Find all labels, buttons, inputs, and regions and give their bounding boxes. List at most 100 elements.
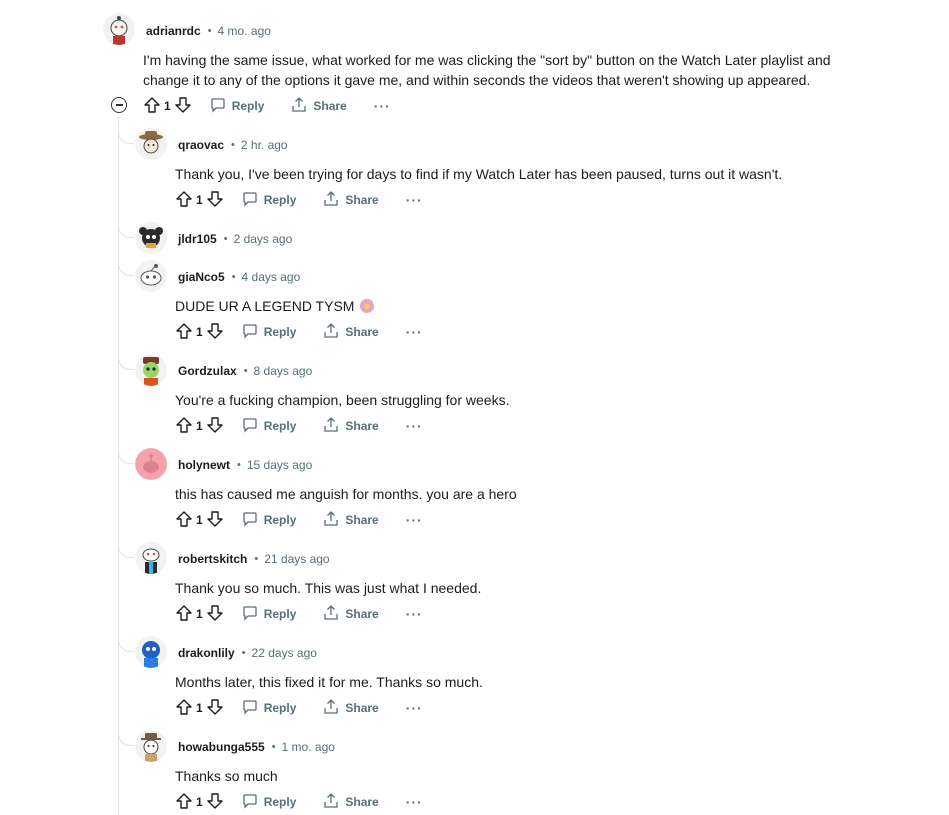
upvote-icon[interactable] [175,792,193,813]
downvote-icon[interactable] [206,416,224,437]
reply-button[interactable]: Reply [242,793,296,812]
share-button[interactable]: Share [323,510,379,530]
username[interactable]: adrianrdc [146,24,201,38]
comment-meta: Gordzulax • 8 days ago [178,364,313,378]
collapse-icon[interactable] [111,97,127,113]
vote-count: 1 [196,513,203,527]
upvote-icon[interactable] [143,96,161,117]
comment-bubble-icon [242,417,264,436]
username[interactable]: drakonlily [178,646,235,660]
avatar-qraovac[interactable] [135,128,167,160]
comment-body: Months later, this fixed it for me. Than… [175,674,483,690]
comment-actions: 1 Reply Share ··· [175,604,423,624]
comment-meta: holynewt • 15 days ago [178,458,313,472]
avatar-howabunga555[interactable] [135,730,167,762]
downvote-icon[interactable] [206,792,224,813]
vote-count: 1 [196,795,203,809]
share-button[interactable]: Share [323,190,379,210]
timestamp[interactable]: 4 days ago [242,270,301,284]
avatar-giaNco5[interactable] [135,260,167,292]
thread-connector [118,128,134,144]
avatar-jldr105[interactable] [135,222,167,254]
avatar-drakonlily[interactable] [135,636,167,668]
timestamp[interactable]: 4 mo. ago [218,24,271,38]
more-icon[interactable]: ··· [406,512,423,528]
avatar-adrianrdc[interactable] [103,13,135,45]
username[interactable]: qraovac [178,138,224,152]
share-button[interactable]: Share [323,604,379,624]
username[interactable]: jldr105 [178,232,217,246]
timestamp[interactable]: 21 days ago [264,552,329,566]
more-icon[interactable]: ··· [406,324,423,340]
timestamp[interactable]: 22 days ago [252,646,317,660]
timestamp[interactable]: 15 days ago [247,458,312,472]
vote-count: 1 [196,419,203,433]
vote-count: 1 [196,607,203,621]
comment-body: this has caused me anguish for months. y… [175,486,517,502]
avatar-holynewt[interactable] [135,448,167,480]
upvote-icon[interactable] [175,604,193,625]
downvote-icon[interactable] [206,604,224,625]
vote-count: 1 [164,99,171,113]
comment-meta: drakonlily • 22 days ago [178,646,317,660]
more-icon[interactable]: ··· [374,98,391,114]
vote-count: 1 [196,193,203,207]
share-icon [323,510,345,530]
downvote-icon[interactable] [206,510,224,531]
vote-count: 1 [196,325,203,339]
share-icon [323,416,345,436]
reply-button[interactable]: Reply [242,699,296,718]
share-button[interactable]: Share [323,792,379,812]
share-button[interactable]: Share [323,698,379,718]
upvote-icon[interactable] [175,416,193,437]
comment-actions: 1 Reply Share ··· [175,510,423,530]
avatar-robertskitch[interactable] [135,542,167,574]
avatar-Gordzulax[interactable] [135,354,167,386]
username[interactable]: Gordzulax [178,364,237,378]
more-icon[interactable]: ··· [406,700,423,716]
comment-actions: 1 Reply Share ··· [175,190,423,210]
downvote-icon[interactable] [206,190,224,211]
reply-button[interactable]: Reply [242,605,296,624]
upvote-icon[interactable] [175,190,193,211]
share-button[interactable]: Share [323,322,379,342]
comment-body: Thanks so much [175,768,278,784]
reply-button[interactable]: Reply [242,417,296,436]
upvote-icon[interactable] [175,698,193,719]
comment-meta: giaNco5 • 4 days ago [178,270,301,284]
vote-group: 1 [175,510,224,531]
reply-button[interactable]: Reply [242,511,296,530]
reply-button[interactable]: Reply [242,191,296,210]
share-button[interactable]: Share [291,96,347,116]
more-icon[interactable]: ··· [406,192,423,208]
share-button[interactable]: Share [323,416,379,436]
username[interactable]: robertskitch [178,552,247,566]
upvote-icon[interactable] [175,322,193,343]
vote-count: 1 [196,701,203,715]
username[interactable]: holynewt [178,458,230,472]
username[interactable]: howabunga555 [178,740,265,754]
upvote-icon[interactable] [175,510,193,531]
comment-body: Thank you, I've been trying for days to … [175,166,783,182]
comment-bubble-icon [242,323,264,342]
vote-group: 1 [175,190,224,211]
timestamp[interactable]: 2 hr. ago [241,138,288,152]
vote-group: 1 [175,792,224,813]
thread-connector [118,636,134,652]
more-icon[interactable]: ··· [406,418,423,434]
username[interactable]: giaNco5 [178,270,225,284]
downvote-icon[interactable] [206,322,224,343]
timestamp[interactable]: 1 mo. ago [282,740,335,754]
downvote-icon[interactable] [206,698,224,719]
more-icon[interactable]: ··· [406,794,423,810]
vote-group: 1 [175,698,224,719]
timestamp[interactable]: 8 days ago [254,364,313,378]
comment-bubble-icon [242,511,264,530]
reply-button[interactable]: Reply [242,323,296,342]
comment-meta: adrianrdc • 4 mo. ago [146,24,271,38]
downvote-icon[interactable] [174,96,192,117]
more-icon[interactable]: ··· [406,606,423,622]
reply-button[interactable]: Reply [210,97,264,116]
timestamp[interactable]: 2 days ago [234,232,293,246]
comment-body-line: I'm having the same issue, what worked f… [143,52,831,68]
